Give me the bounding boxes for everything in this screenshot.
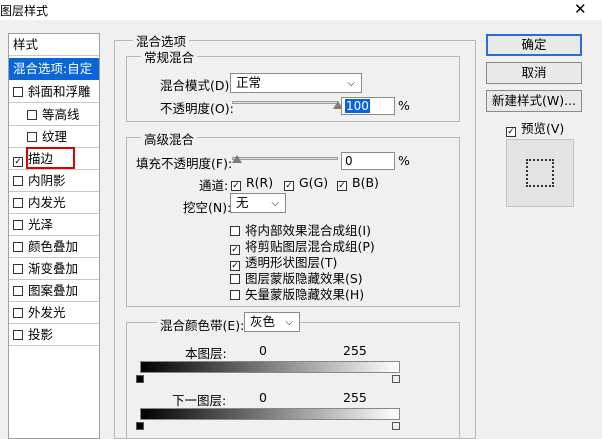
style-item-inner-glow[interactable]: 内发光 (9, 192, 99, 214)
stroke-highlight-box (26, 147, 75, 169)
channel-g-checkbox[interactable]: ✓ G(G) (284, 175, 328, 191)
new-style-button[interactable]: 新建样式(W)... (486, 90, 582, 112)
checkmark-icon: ✓ (14, 157, 22, 167)
opacity-label: 不透明度(O): (160, 101, 234, 116)
underlying-layer-white-marker[interactable] (392, 422, 400, 430)
underlying-layer-min-value: 0 (259, 390, 267, 405)
blend-mode-label: 混合模式(D): (160, 78, 234, 93)
chevron-down-icon: ⌵ (271, 198, 279, 209)
checkmark-icon: ✓ (285, 181, 293, 191)
checkbox-texture[interactable] (27, 132, 37, 142)
vector-mask-hides-effects-checkbox[interactable]: 矢量蒙版隐藏效果(H) (230, 284, 364, 303)
style-item-texture[interactable]: 纹理 (9, 126, 99, 148)
this-layer-black-marker[interactable] (136, 375, 144, 383)
knockout-select[interactable]: 无 ⌵ (230, 193, 286, 213)
style-item-drop-shadow[interactable]: 投影 (9, 324, 99, 346)
underlying-layer-label: 下一图层: (172, 393, 227, 408)
style-item-satin[interactable]: 光泽 (9, 214, 99, 236)
style-item-contour[interactable]: 等高线 (9, 104, 99, 126)
style-preview-thumbnail (506, 139, 574, 207)
this-layer-gradient-bar (140, 361, 400, 373)
checkmark-icon: ✓ (338, 181, 346, 191)
close-icon[interactable]: ✕ (574, 0, 587, 18)
checkbox-gradient-overlay[interactable] (13, 264, 23, 274)
general-blending-title: 常规混合 (141, 47, 198, 66)
blend-mode-select[interactable]: 正常 ⌵ (230, 73, 362, 93)
checkmark-icon: ✓ (232, 181, 240, 191)
this-layer-min-value: 0 (259, 343, 267, 358)
checkbox-outer-glow[interactable] (13, 308, 23, 318)
advanced-blending-title: 高级混合 (141, 129, 198, 148)
checkbox-contour[interactable] (27, 110, 37, 120)
style-item-bevel-emboss[interactable]: 斜面和浮雕 (9, 81, 99, 103)
style-item-gradient-overlay[interactable]: 渐变叠加 (9, 258, 99, 280)
underlying-layer-gradient-bar (140, 408, 400, 420)
preview-checkbox[interactable]: ✓ 预览(V) (506, 118, 564, 137)
this-layer-white-marker[interactable] (392, 375, 400, 383)
style-item-outer-glow[interactable]: 外发光 (9, 302, 99, 324)
style-list-header: 样式 (9, 34, 99, 56)
style-item-pattern-overlay[interactable]: 图案叠加 (9, 280, 99, 302)
cancel-button[interactable]: 取消 (486, 62, 582, 84)
checkbox-stroke[interactable]: ✓ (13, 157, 23, 167)
checkbox-drop-shadow[interactable] (13, 330, 23, 340)
fill-opacity-label: 填充不透明度(F): (136, 156, 233, 171)
style-item-color-overlay[interactable]: 颜色叠加 (9, 236, 99, 258)
style-item-blending-options[interactable]: 混合选项:自定 (9, 58, 99, 80)
fill-opacity-input[interactable]: 0 (341, 152, 395, 170)
channels-label: 通道: (199, 178, 229, 193)
checkmark-icon: ✓ (507, 127, 515, 137)
checkbox-inner-shadow[interactable] (13, 176, 23, 186)
opacity-unit: % (398, 98, 410, 113)
style-list: 样式 混合选项:自定 斜面和浮雕 等高线 纹理 ✓ 描边 内阴影 内发光 光泽 颜… (8, 33, 100, 439)
style-item-inner-shadow[interactable]: 内阴影 (9, 170, 99, 192)
knockout-label: 挖空(N): (183, 200, 232, 215)
checkbox-inner-glow[interactable] (13, 198, 23, 208)
dotted-selection-icon (526, 159, 554, 187)
blend-if-label: 混合颜色带(E): (157, 315, 248, 334)
title-bar: 图层样式 ✕ (0, 0, 602, 20)
this-layer-label: 本图层: (185, 346, 227, 361)
this-layer-max-value: 255 (343, 343, 367, 358)
ok-button[interactable]: 确定 (486, 34, 582, 56)
checkbox-pattern-overlay[interactable] (13, 286, 23, 296)
channel-r-checkbox[interactable]: ✓ R(R) (231, 175, 273, 191)
chevron-down-icon: ⌵ (285, 317, 293, 328)
checkbox-bevel-emboss[interactable] (13, 87, 23, 97)
checkbox-satin[interactable] (13, 220, 23, 230)
opacity-slider-track[interactable] (232, 101, 338, 104)
blend-if-select[interactable]: 灰色 ⌵ (244, 312, 300, 332)
underlying-layer-black-marker[interactable] (136, 422, 144, 430)
fill-opacity-unit: % (398, 153, 410, 168)
window-title: 图层样式 (0, 4, 49, 18)
opacity-input[interactable]: 100 (341, 97, 395, 115)
underlying-layer-max-value: 255 (343, 390, 367, 405)
checkbox-color-overlay[interactable] (13, 242, 23, 252)
channel-b-checkbox[interactable]: ✓ B(B) (337, 175, 379, 191)
blend-if-group (126, 322, 460, 439)
fill-opacity-slider-thumb[interactable] (232, 155, 242, 163)
fill-opacity-slider-track[interactable] (232, 157, 338, 160)
chevron-down-icon: ⌵ (347, 78, 355, 89)
